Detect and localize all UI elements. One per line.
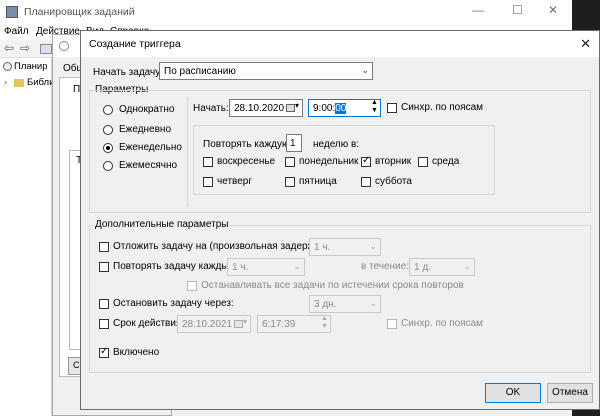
spinner-up-icon[interactable]: ▲ xyxy=(321,315,328,322)
stop-after-checkbox[interactable] xyxy=(99,299,109,309)
repeat-every-label: Повторять каждую xyxy=(203,139,290,150)
weeks-label: неделю в: xyxy=(313,139,360,150)
sync-timezones-label[interactable]: Синхр. по поясам xyxy=(401,102,483,113)
radio-weekly-label[interactable]: Еженедельно xyxy=(119,142,182,153)
main-window-title: Планировщик заданий xyxy=(24,6,135,18)
maximize-button[interactable]: ☐ xyxy=(512,3,523,17)
tree-item-library[interactable]: Библи xyxy=(27,77,54,88)
calendar-icon xyxy=(286,104,295,112)
chevron-down-icon: ⌄ xyxy=(361,65,369,75)
repeat-task-select[interactable]: 1 ч. ⌄ xyxy=(227,258,305,276)
repeat-task-checkbox[interactable] xyxy=(99,262,109,272)
expire-checkbox[interactable] xyxy=(99,319,109,329)
start-task-label: Начать задачу: xyxy=(93,67,163,78)
monday-label[interactable]: понедельник xyxy=(299,156,358,167)
ok-button[interactable]: OK xyxy=(485,383,541,403)
spinner-down-icon[interactable]: ▼ xyxy=(371,107,378,114)
tuesday-label[interactable]: вторник xyxy=(375,156,411,167)
spinner-down-icon[interactable]: ▼ xyxy=(321,323,328,330)
start-time-selected: 00 xyxy=(335,103,347,114)
spinner-up-icon[interactable]: ▲ xyxy=(371,99,378,106)
clock-icon xyxy=(3,62,12,71)
radio-weekly[interactable] xyxy=(103,143,113,153)
start-time-input[interactable]: 9:00:00 ▲ ▼ xyxy=(308,99,381,117)
back-arrow-icon[interactable]: ⇦ xyxy=(4,41,14,55)
enabled-label[interactable]: Включено xyxy=(113,347,159,358)
during-label: в течение: xyxy=(361,261,410,272)
delay-checkbox[interactable] xyxy=(99,242,109,252)
dialog-close-icon[interactable]: ✕ xyxy=(580,36,591,52)
window-icon xyxy=(59,41,69,51)
start-time-text: 9:00: xyxy=(313,103,336,114)
extra-parameters-title: Дополнительные параметры xyxy=(93,219,231,230)
checkbox-friday[interactable] xyxy=(285,177,295,187)
sunday-label[interactable]: воскресенье xyxy=(217,156,275,167)
checkbox-wednesday[interactable] xyxy=(418,157,428,167)
expire-time-input[interactable]: 6:17:39 ▲ ▼ xyxy=(257,315,331,333)
app-icon xyxy=(6,6,18,18)
during-select[interactable]: 1 д. ⌄ xyxy=(409,258,475,276)
chevron-down-icon: ⌄ xyxy=(463,261,471,271)
chevron-down-icon: ⌄ xyxy=(369,298,377,308)
forward-arrow-icon[interactable]: ⇨ xyxy=(20,41,30,55)
group-divider xyxy=(89,90,591,91)
chevron-down-icon: ⌄ xyxy=(369,241,377,251)
menu-file[interactable]: Файл xyxy=(4,26,29,37)
checkbox-monday[interactable] xyxy=(285,157,295,167)
friday-label[interactable]: пятница xyxy=(299,176,337,187)
start-date-picker[interactable]: 28.10.2020 ▾ xyxy=(229,99,303,117)
sync-timezones-checkbox[interactable] xyxy=(387,103,397,113)
start-task-select[interactable]: По расписанию ⌄ xyxy=(159,62,373,80)
tree-item-scheduler[interactable]: Планир xyxy=(14,61,48,72)
wednesday-label[interactable]: среда xyxy=(432,156,459,167)
radio-monthly[interactable] xyxy=(103,161,113,171)
delay-select[interactable]: 1 ч. ⌄ xyxy=(309,238,381,256)
checkbox-sunday[interactable] xyxy=(203,157,213,167)
start-label: Начать: xyxy=(193,103,229,114)
chevron-down-icon: ▾ xyxy=(243,317,248,326)
calendar-icon xyxy=(234,320,243,328)
thursday-label[interactable]: четверг xyxy=(217,176,252,187)
checkbox-saturday[interactable] xyxy=(361,177,371,187)
radio-once-label[interactable]: Однократно xyxy=(119,104,174,115)
close-button[interactable]: ✕ xyxy=(548,3,558,17)
expire-sync-label[interactable]: Синхр. по поясам xyxy=(401,318,483,329)
expire-sync-checkbox[interactable] xyxy=(387,319,397,329)
expire-date-picker[interactable]: 28.10.2021 ▾ xyxy=(177,315,251,333)
main-title-bar: Планировщик заданий — ☐ ✕ xyxy=(0,0,572,24)
stop-after-label[interactable]: Остановить задачу через: xyxy=(113,298,234,309)
stop-after-select[interactable]: 3 дн. ⌄ xyxy=(309,295,381,313)
navigation-tree: Планир › Библи xyxy=(0,58,54,416)
create-trigger-dialog: Создание триггера ✕ Начать задачу: По ра… xyxy=(80,30,600,410)
repeat-every-input[interactable]: 1 xyxy=(286,134,302,152)
stop-all-checkbox[interactable] xyxy=(187,281,197,291)
chevron-right-icon[interactable]: › xyxy=(4,77,7,88)
stop-all-label[interactable]: Останавливать все задачи по истечении ср… xyxy=(201,280,464,291)
radio-once[interactable] xyxy=(103,105,113,115)
chevron-down-icon: ▾ xyxy=(295,101,300,110)
cancel-button[interactable]: Отмена xyxy=(547,383,593,403)
vertical-divider xyxy=(187,97,188,207)
checkbox-tuesday[interactable] xyxy=(361,155,371,167)
chevron-down-icon: ⌄ xyxy=(293,261,301,271)
dialog-title: Создание триггера xyxy=(89,38,181,50)
minimize-button[interactable]: — xyxy=(472,3,484,17)
dialog-title-bar: Создание триггера ✕ xyxy=(81,31,599,57)
radio-monthly-label[interactable]: Ежемесячно xyxy=(119,160,177,171)
checkbox-thursday[interactable] xyxy=(203,177,213,187)
console-icon[interactable] xyxy=(40,44,52,54)
saturday-label[interactable]: суббота xyxy=(375,176,412,187)
repeat-task-label[interactable]: Повторять задачу каждые: xyxy=(113,261,237,272)
radio-daily-label[interactable]: Ежедневно xyxy=(119,124,171,135)
radio-daily[interactable] xyxy=(103,125,113,135)
delay-label[interactable]: Отложить задачу на (произвольная задержк… xyxy=(113,241,331,252)
enabled-checkbox[interactable] xyxy=(99,346,109,358)
folder-icon xyxy=(14,79,24,87)
expire-label[interactable]: Срок действия: xyxy=(113,318,184,329)
